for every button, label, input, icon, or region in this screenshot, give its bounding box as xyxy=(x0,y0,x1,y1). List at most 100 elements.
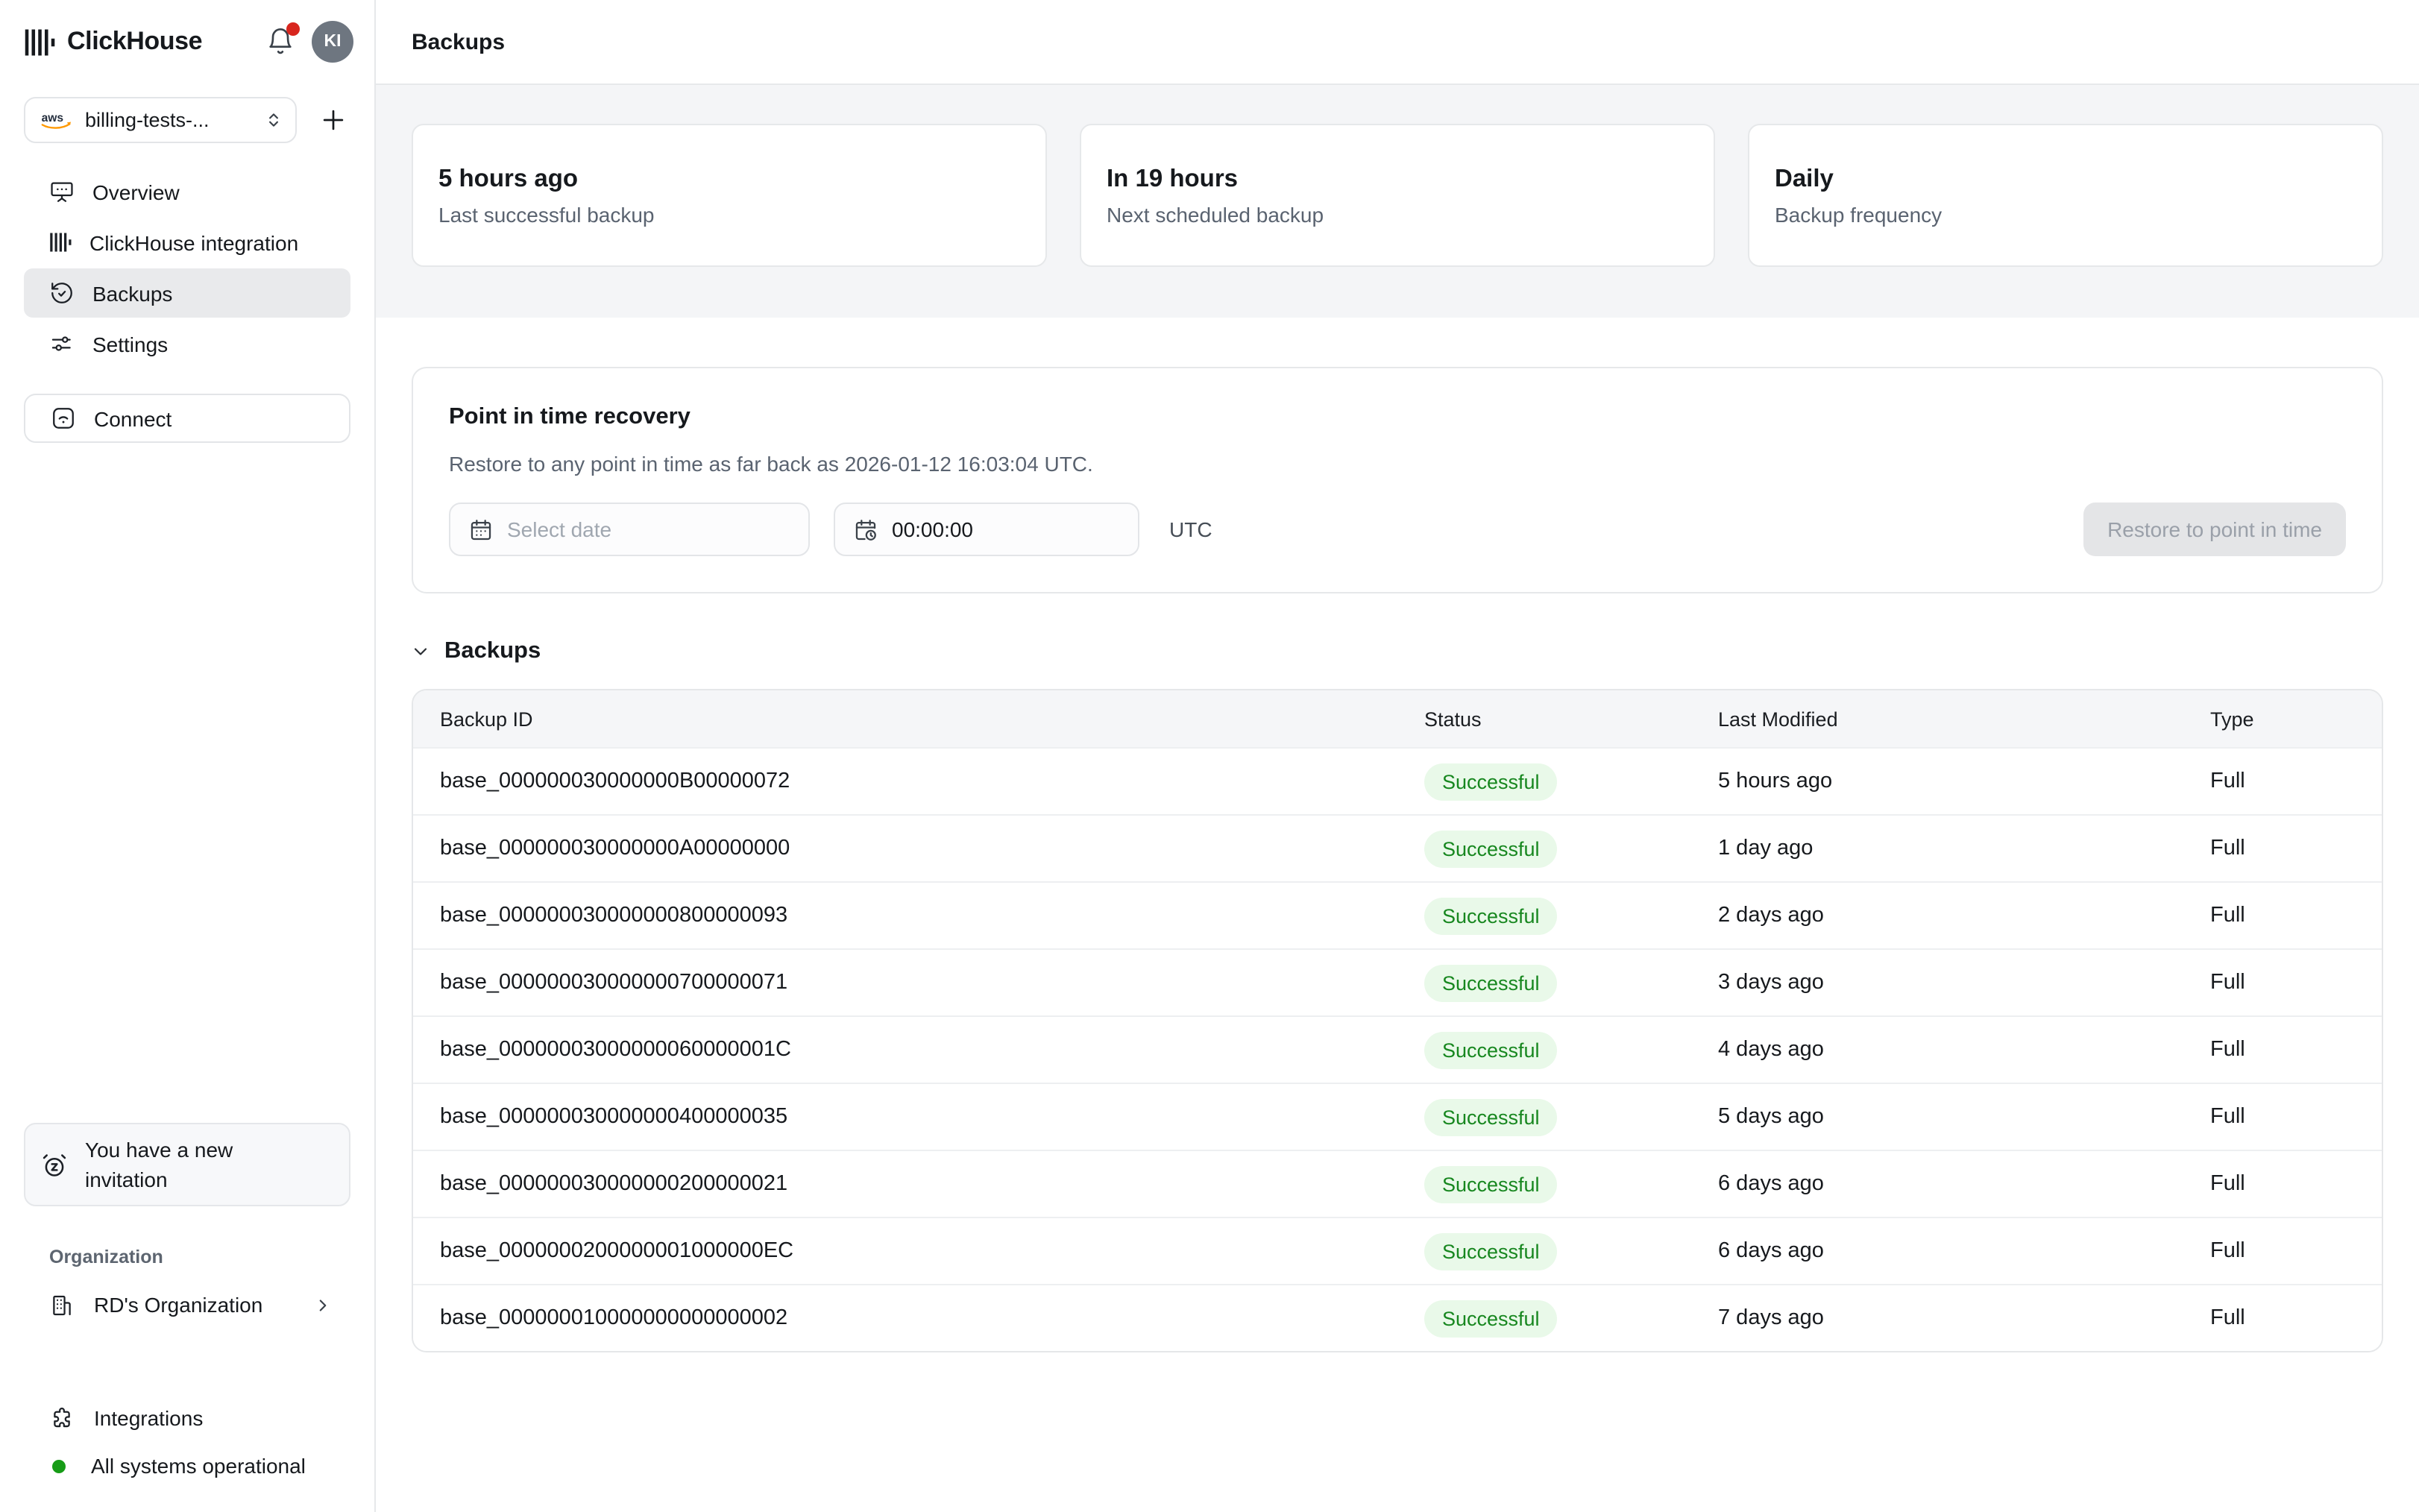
last-modified: 5 days ago xyxy=(1718,1105,2210,1129)
status-badge: Successful xyxy=(1424,1165,1558,1203)
column-header-backup-id: Backup ID xyxy=(440,708,1424,730)
clickhouse-bars-icon xyxy=(49,231,72,253)
page-title: Backups xyxy=(412,29,505,54)
table-row[interactable]: base_000000010000000000000002 Successful… xyxy=(413,1284,2382,1351)
last-modified: 3 days ago xyxy=(1718,971,2210,995)
backup-frequency-card: Daily Backup frequency xyxy=(1748,124,2383,267)
avatar[interactable]: KI xyxy=(312,21,353,63)
table-header-row: Backup ID Status Last Modified Type xyxy=(413,690,2382,747)
table-row[interactable]: base_000000030000000200000021 Successful… xyxy=(413,1150,2382,1217)
timezone-label: UTC xyxy=(1169,517,1212,541)
clickhouse-logo-icon xyxy=(24,26,55,57)
system-status-text: All systems operational xyxy=(91,1454,306,1478)
backup-id: base_00000003000000060000001C xyxy=(440,1038,1424,1062)
restore-button[interactable]: Restore to point in time xyxy=(2083,503,2346,556)
integrations-label: Integrations xyxy=(94,1406,203,1430)
table-row[interactable]: base_000000030000000B00000072 Successful… xyxy=(413,747,2382,814)
last-modified: 6 days ago xyxy=(1718,1239,2210,1263)
aws-logo-icon: aws xyxy=(39,108,75,132)
column-header-status: Status xyxy=(1424,708,1718,730)
last-modified: 5 hours ago xyxy=(1718,769,2210,793)
puzzle-icon xyxy=(49,1405,75,1431)
table-row[interactable]: base_000000030000000400000035 Successful… xyxy=(413,1083,2382,1150)
sliders-icon xyxy=(49,331,75,356)
summary-cards-row: 5 hours ago Last successful backup In 19… xyxy=(376,85,2419,318)
backup-type: Full xyxy=(2210,1105,2382,1129)
history-icon xyxy=(49,280,75,306)
operational-status-dot xyxy=(52,1459,66,1472)
status-badge: Successful xyxy=(1424,1300,1558,1337)
last-backup-card: 5 hours ago Last successful backup xyxy=(412,124,1047,267)
building-icon xyxy=(49,1292,75,1317)
backup-id: base_000000030000000200000021 xyxy=(440,1172,1424,1196)
backup-type: Full xyxy=(2210,769,2382,793)
chevron-right-icon xyxy=(313,1295,333,1314)
connect-button[interactable]: Connect xyxy=(24,394,350,443)
status-badge: Successful xyxy=(1424,964,1558,1001)
status-badge: Successful xyxy=(1424,897,1558,934)
backup-type: Full xyxy=(2210,904,2382,927)
table-row[interactable]: base_000000030000000800000093 Successful… xyxy=(413,881,2382,948)
point-in-time-recovery-card: Point in time recovery Restore to any po… xyxy=(412,367,2383,593)
calendar-clock-icon xyxy=(853,517,878,542)
backup-id: base_000000010000000000000002 xyxy=(440,1306,1424,1330)
pitr-description: Restore to any point in time as far back… xyxy=(449,452,2346,476)
app-window: ClickHouse KI aws xyxy=(0,0,2419,1512)
card-label: Last successful backup xyxy=(438,202,1020,226)
sidebar-item-clickhouse-integration[interactable]: ClickHouse integration xyxy=(24,218,350,267)
card-value: Daily xyxy=(1775,165,2356,193)
pitr-title: Point in time recovery xyxy=(449,404,2346,431)
next-backup-card: In 19 hours Next scheduled backup xyxy=(1080,124,1715,267)
sidebar: ClickHouse KI aws xyxy=(0,0,376,1512)
last-modified: 2 days ago xyxy=(1718,904,2210,927)
notifications-button[interactable] xyxy=(264,25,297,58)
main-area: Backups 5 hours ago Last successful back… xyxy=(376,0,2419,1512)
backup-id: base_000000030000000A00000000 xyxy=(440,837,1424,860)
last-modified: 7 days ago xyxy=(1718,1306,2210,1330)
backup-id: base_000000030000000400000035 xyxy=(440,1105,1424,1129)
sidebar-item-backups[interactable]: Backups xyxy=(24,268,350,318)
backups-section-title: Backups xyxy=(444,638,541,665)
organization-switcher[interactable]: RD's Organization xyxy=(24,1279,350,1330)
table-row[interactable]: base_0000000200000001000000EC Successful… xyxy=(413,1217,2382,1284)
date-picker-input[interactable]: Select date xyxy=(449,503,810,556)
status-badge: Successful xyxy=(1424,830,1558,867)
connect-label: Connect xyxy=(94,406,172,430)
chevron-down-icon xyxy=(412,643,430,661)
status-badge: Successful xyxy=(1424,763,1558,800)
card-value: 5 hours ago xyxy=(438,165,1020,193)
card-value: In 19 hours xyxy=(1107,165,1688,193)
backup-type: Full xyxy=(2210,971,2382,995)
backup-id: base_000000030000000800000093 xyxy=(440,904,1424,927)
table-row[interactable]: base_000000030000000A00000000 Successful… xyxy=(413,814,2382,881)
alarm-snooze-icon xyxy=(40,1150,69,1179)
invitation-banner[interactable]: You have a new invitation xyxy=(24,1123,350,1206)
time-picker-input[interactable]: 00:00:00 xyxy=(834,503,1139,556)
sidebar-item-label: ClickHouse integration xyxy=(89,230,298,254)
sidebar-header: ClickHouse KI xyxy=(0,0,374,84)
service-dropdown[interactable]: aws billing-tests-... xyxy=(24,97,297,143)
chevron-updown-icon xyxy=(264,110,283,130)
backup-id: base_000000030000000700000071 xyxy=(440,971,1424,995)
page-header: Backups xyxy=(376,0,2419,85)
table-row[interactable]: base_00000003000000060000001C Successful… xyxy=(413,1015,2382,1083)
add-service-button[interactable] xyxy=(315,102,350,138)
sidebar-nav: Overview ClickHouse integration xyxy=(24,167,350,368)
table-row[interactable]: base_000000030000000700000071 Successful… xyxy=(413,948,2382,1015)
column-header-last-modified: Last Modified xyxy=(1718,708,2210,730)
backup-type: Full xyxy=(2210,837,2382,860)
status-badge: Successful xyxy=(1424,1098,1558,1135)
sidebar-item-overview[interactable]: Overview xyxy=(24,167,350,216)
integrations-link[interactable]: Integrations xyxy=(24,1399,350,1437)
sidebar-footer: You have a new invitation Organization xyxy=(0,1123,374,1512)
sidebar-item-settings[interactable]: Settings xyxy=(24,319,350,368)
backup-type: Full xyxy=(2210,1172,2382,1196)
invitation-text: You have a new invitation xyxy=(85,1135,309,1194)
service-selector-row: aws billing-tests-... xyxy=(24,97,350,143)
backup-id: base_0000000200000001000000EC xyxy=(440,1239,1424,1263)
organization-section-label: Organization xyxy=(24,1247,350,1267)
system-status-link[interactable]: All systems operational xyxy=(24,1446,350,1485)
backups-section-toggle[interactable]: Backups xyxy=(412,638,2383,665)
backup-id: base_000000030000000B00000072 xyxy=(440,769,1424,793)
sidebar-item-label: Backups xyxy=(92,281,172,305)
